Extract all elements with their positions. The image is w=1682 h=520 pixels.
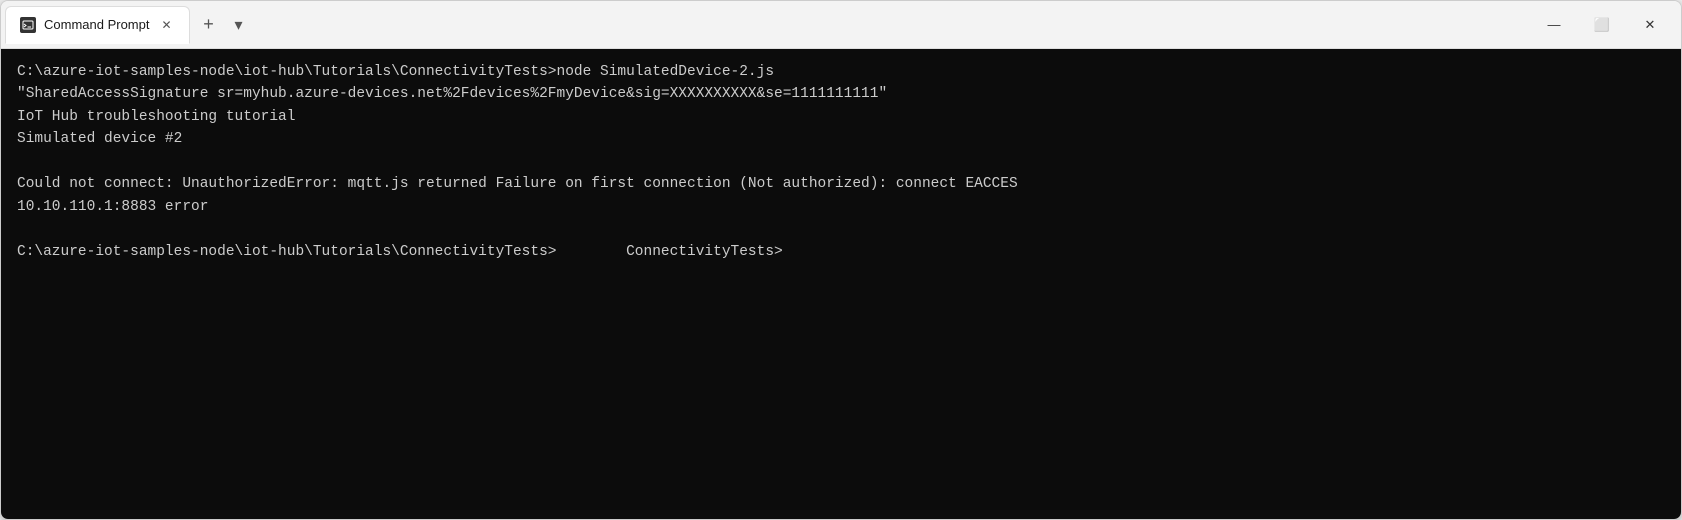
terminal-line: Simulated device #2 <box>17 128 1665 150</box>
terminal-line: 10.10.110.1:8883 error <box>17 196 1665 218</box>
active-tab[interactable]: Command Prompt ✕ <box>5 6 190 44</box>
terminal-line: C:\azure-iot-samples-node\iot-hub\Tutori… <box>17 241 1665 263</box>
terminal-line: "SharedAccessSignature sr=myhub.azure-de… <box>17 83 1665 105</box>
terminal-line: C:\azure-iot-samples-node\iot-hub\Tutori… <box>17 61 1665 83</box>
window: Command Prompt ✕ + ▾ — ⬜ ✕ C:\azure-iot-… <box>0 0 1682 520</box>
minimize-button[interactable]: — <box>1531 9 1577 41</box>
terminal-line <box>17 218 1665 240</box>
terminal-icon <box>20 17 36 33</box>
window-controls: — ⬜ ✕ <box>1531 9 1673 41</box>
terminal-body[interactable]: C:\azure-iot-samples-node\iot-hub\Tutori… <box>1 49 1681 519</box>
terminal-line <box>17 151 1665 173</box>
tab-close-button[interactable]: ✕ <box>157 16 175 34</box>
terminal-line: Could not connect: UnauthorizedError: mq… <box>17 173 1665 195</box>
close-button[interactable]: ✕ <box>1627 9 1673 41</box>
title-bar: Command Prompt ✕ + ▾ — ⬜ ✕ <box>1 1 1681 49</box>
tab-dropdown-button[interactable]: ▾ <box>224 11 252 39</box>
terminal-line: IoT Hub troubleshooting tutorial <box>17 106 1665 128</box>
tab-title: Command Prompt <box>44 17 149 32</box>
new-tab-button[interactable]: + <box>192 9 224 41</box>
maximize-button[interactable]: ⬜ <box>1579 9 1625 41</box>
